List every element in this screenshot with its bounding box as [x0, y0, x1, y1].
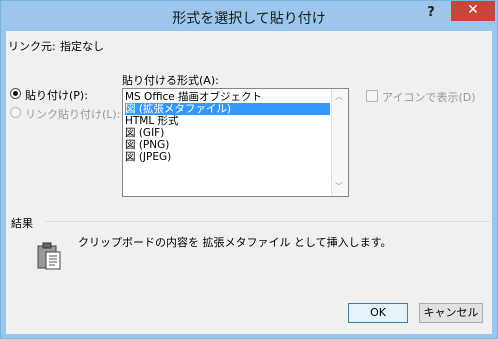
format-list-scrollbar[interactable]: ︿ ﹀ — [331, 89, 348, 196]
dialog-body: リンク元: 指定なし 貼り付け(P): リンク貼り付け(L): 貼り付ける形式(… — [6, 31, 492, 334]
paste-link-radio[interactable] — [10, 107, 21, 118]
paste-link-radio-label[interactable]: リンク貼り付け(L): — [25, 106, 120, 122]
close-icon: ✕ — [467, 2, 479, 18]
paste-radio[interactable] — [10, 88, 21, 99]
source-label: リンク元: — [8, 40, 56, 53]
help-button[interactable]: ? — [419, 3, 443, 23]
format-item[interactable]: 図 (PNG) — [125, 139, 169, 151]
close-button[interactable]: ✕ — [451, 1, 495, 21]
display-as-icon-checkbox[interactable] — [366, 90, 378, 102]
result-divider — [45, 221, 490, 222]
result-heading: 結果 — [11, 217, 33, 230]
clipboard-icon — [37, 242, 61, 270]
dialog-window: 形式を選択して貼り付け ? ✕ リンク元: 指定なし 貼り付け(P): リンク貼… — [0, 0, 498, 339]
format-item[interactable]: HTML 形式 — [125, 115, 179, 127]
format-list-label: 貼り付ける形式(A): — [122, 74, 219, 87]
format-item-selected[interactable]: 図 (拡張メタファイル) — [125, 103, 330, 115]
cancel-button[interactable]: キャンセル — [419, 303, 483, 323]
format-item[interactable]: 図 (GIF) — [125, 127, 164, 139]
format-item[interactable]: MS Office 描画オブジェクト — [125, 91, 262, 103]
format-listbox[interactable]: MS Office 描画オブジェクト 図 (拡張メタファイル) HTML 形式 … — [122, 88, 349, 197]
display-as-icon-label[interactable]: アイコンで表示(D) — [382, 89, 476, 105]
scroll-down-icon[interactable]: ﹀ — [335, 181, 343, 192]
scroll-up-icon[interactable]: ︿ — [335, 91, 343, 102]
format-item[interactable]: 図 (JPEG) — [125, 151, 171, 163]
ok-button[interactable]: OK — [348, 303, 408, 323]
paste-radio-label[interactable]: 貼り付け(P): — [25, 87, 88, 103]
source-value: 指定なし — [60, 40, 104, 53]
title-bar[interactable]: 形式を選択して貼り付け ? ✕ — [1, 1, 497, 31]
result-description: クリップボードの内容を 拡張メタファイル として挿入します。 — [78, 236, 392, 249]
